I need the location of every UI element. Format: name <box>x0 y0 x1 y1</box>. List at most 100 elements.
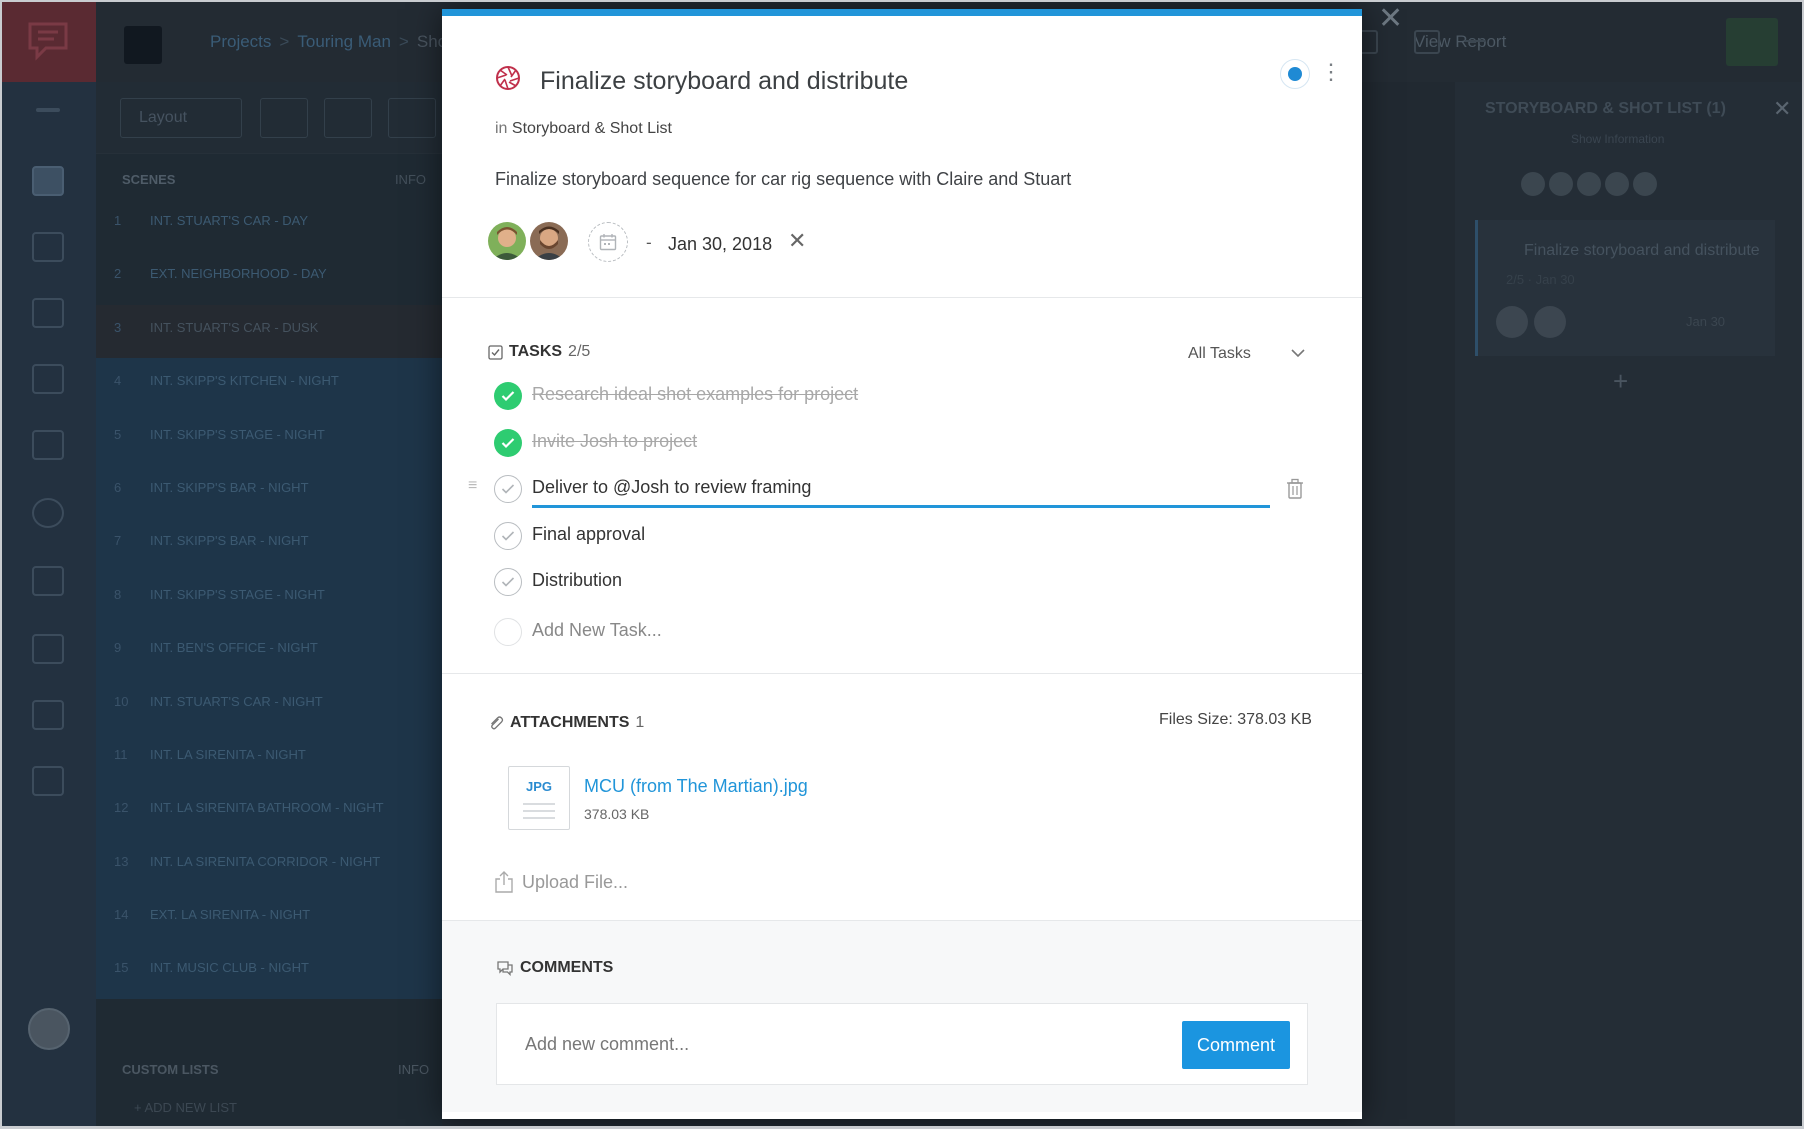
breadcrumb-project[interactable]: Touring Man <box>297 32 391 51</box>
task-checkbox[interactable] <box>494 568 522 596</box>
avatar <box>1605 172 1629 196</box>
task-item[interactable]: Final approval <box>494 522 1314 554</box>
task-label[interactable]: Research ideal shot examples for project <box>532 384 858 405</box>
new-task-row[interactable]: Add New Task... <box>494 618 1314 650</box>
due-date[interactable]: Jan 30, 2018 <box>668 234 772 255</box>
sidebar-item-locations[interactable] <box>32 566 64 596</box>
scene-row[interactable]: 3 INT. STUART'S CAR - DUSK <box>96 304 442 359</box>
breadcrumb-projects[interactable]: Projects <box>210 32 271 51</box>
task-title[interactable]: Finalize storyboard and distribute <box>540 67 908 96</box>
scene-number: 15 <box>114 960 129 976</box>
storyboard-panel-title: STORYBOARD & SHOT LIST (1) <box>1485 100 1726 117</box>
sidebar-item-calendar[interactable] <box>32 166 64 196</box>
sidebar-item-crew[interactable] <box>32 634 64 664</box>
scene-row[interactable]: 5 INT. SKIPP'S STAGE - NIGHT <box>96 411 442 465</box>
scene-name: INT. STUART'S CAR - DAY <box>150 213 309 228</box>
task-card-title: Finalize storyboard and distribute <box>1524 242 1760 259</box>
task-item[interactable]: Distribution <box>494 568 1314 600</box>
clear-date-icon[interactable]: ✕ <box>788 230 806 252</box>
file-thumbnail[interactable]: JPG <box>508 766 570 830</box>
comment-button[interactable]: Comment <box>1182 1021 1290 1069</box>
list-link[interactable]: Storyboard & Shot List <box>512 120 672 137</box>
avatar <box>1534 306 1566 338</box>
panel-toggle-icon[interactable] <box>1414 30 1440 54</box>
project-thumbnail[interactable] <box>124 26 162 64</box>
custom-lists-header: CUSTOM LISTS INFO <box>122 1062 429 1077</box>
task-filter-dropdown[interactable]: All Tasks <box>1188 345 1251 363</box>
user-avatar[interactable] <box>28 1008 70 1050</box>
task-checkbox[interactable] <box>494 522 522 550</box>
sidebar-item-storyboard[interactable] <box>32 498 64 528</box>
scene-number: 13 <box>114 853 129 869</box>
add-list-button[interactable]: + ADD NEW LIST <box>134 1100 237 1115</box>
new-task-input[interactable]: Add New Task... <box>532 620 662 641</box>
drag-handle-icon[interactable]: ≡ <box>468 477 477 495</box>
task-description[interactable]: Finalize storyboard sequence for car rig… <box>495 169 1071 190</box>
scene-row[interactable]: 12 INT. LA SIRENITA BATHROOM - NIGHT <box>96 785 442 839</box>
chevron-down-icon[interactable] <box>1288 343 1308 363</box>
custom-lists-info: INFO <box>398 1062 430 1077</box>
sidebar-item-settings[interactable] <box>32 766 64 796</box>
scene-row[interactable]: 10 INT. STUART'S CAR - NIGHT <box>96 678 442 732</box>
task-checkbox[interactable] <box>494 429 522 457</box>
status-indicator[interactable] <box>1280 59 1310 89</box>
sidebar-item-reports[interactable] <box>32 700 64 730</box>
scene-number: 11 <box>114 746 128 762</box>
panel-close-icon[interactable]: ✕ <box>1773 96 1791 122</box>
storyboard-panel-subtitle[interactable]: Show Information <box>1571 132 1664 146</box>
task-label[interactable]: Final approval <box>532 524 645 545</box>
toolbar-button-2[interactable] <box>324 98 372 138</box>
scene-number: 4 <box>114 373 122 389</box>
task-checkbox[interactable] <box>494 475 522 503</box>
task-item[interactable]: Invite Josh to project <box>494 429 1314 461</box>
assignee-avatar[interactable] <box>488 222 526 260</box>
scene-row[interactable]: 13 INT. LA SIRENITA CORRIDOR - NIGHT <box>96 838 442 893</box>
comment-input[interactable] <box>497 1004 1177 1084</box>
scene-row[interactable]: 4 INT. SKIPP'S KITCHEN - NIGHT <box>96 358 442 412</box>
task-checkbox[interactable] <box>494 382 522 410</box>
scene-number: 8 <box>114 586 122 602</box>
task-item[interactable]: Research ideal shot examples for project <box>494 382 1314 414</box>
more-icon[interactable] <box>1464 40 1486 44</box>
kebab-menu-icon[interactable]: ⋮ <box>1320 61 1342 83</box>
sidebar-item-breakdown[interactable] <box>32 430 64 460</box>
scene-row[interactable]: 8 INT. SKIPP'S STAGE - NIGHT <box>96 571 442 626</box>
task-card[interactable]: Finalize storyboard and distribute 2/5 ·… <box>1475 220 1775 356</box>
sidebar-item-cast[interactable] <box>32 298 64 328</box>
scene-number: 6 <box>114 479 122 495</box>
scene-row[interactable]: 1 INT. STUART'S CAR - DAY <box>96 198 442 251</box>
scene-name: INT. SKIPP'S STAGE - NIGHT <box>150 586 325 602</box>
tasks-section: TASKS 2/5 All Tasks Research ideal shot … <box>442 298 1362 674</box>
task-label-input[interactable]: Deliver to @Josh to review framing <box>532 477 811 498</box>
date-picker-button[interactable] <box>588 222 628 262</box>
task-label[interactable]: Invite Josh to project <box>532 431 697 452</box>
sidebar-item-schedule[interactable] <box>32 364 64 394</box>
new-task-checkbox <box>494 618 522 646</box>
layout-dropdown[interactable]: Layout <box>120 98 242 138</box>
scene-row[interactable]: 6 INT. SKIPP'S BAR - NIGHT <box>96 464 442 519</box>
collapse-icon[interactable] <box>36 108 60 112</box>
toolbar-button-1[interactable] <box>260 98 308 138</box>
scene-list: 1 INT. STUART'S CAR - DAY 2 EXT. NEIGHBORHO… <box>96 198 442 999</box>
scene-row[interactable]: 14 EXT. LA SIRENITA - NIGHT <box>96 892 442 946</box>
close-icon[interactable]: ✕ <box>1378 4 1403 34</box>
trash-icon[interactable] <box>1286 478 1304 500</box>
scene-row[interactable]: 15 INT. MUSIC CLUB - NIGHT <box>96 945 442 999</box>
menu-button[interactable] <box>1726 18 1778 66</box>
task-label[interactable]: Distribution <box>532 570 622 591</box>
add-card-button[interactable]: + <box>1613 366 1628 397</box>
files-size: Files Size: 378.03 KB <box>1159 711 1312 728</box>
scene-name: INT. MUSIC CLUB - NIGHT <box>150 960 309 976</box>
app-logo[interactable] <box>0 0 96 82</box>
toolbar-button-3[interactable] <box>388 98 436 138</box>
comment-box: Comment <box>496 1003 1308 1085</box>
attachment-link[interactable]: MCU (from The Martian).jpg <box>584 776 808 797</box>
scene-row[interactable]: 7 INT. SKIPP'S BAR - NIGHT <box>96 518 442 572</box>
task-item-editing[interactable]: ≡ Deliver to @Josh to review framing <box>468 475 1314 508</box>
sidebar-item-scripts[interactable] <box>32 232 64 262</box>
assignee-avatar[interactable] <box>530 222 568 260</box>
scene-row[interactable]: 9 INT. BEN'S OFFICE - NIGHT <box>96 625 442 679</box>
upload-file-button[interactable]: Upload File... <box>494 870 628 894</box>
scene-row[interactable]: 11 INT. LA SIRENITA - NIGHT <box>96 731 442 786</box>
scene-row[interactable]: 2 EXT. NEIGHBORHOOD - DAY <box>96 251 442 304</box>
